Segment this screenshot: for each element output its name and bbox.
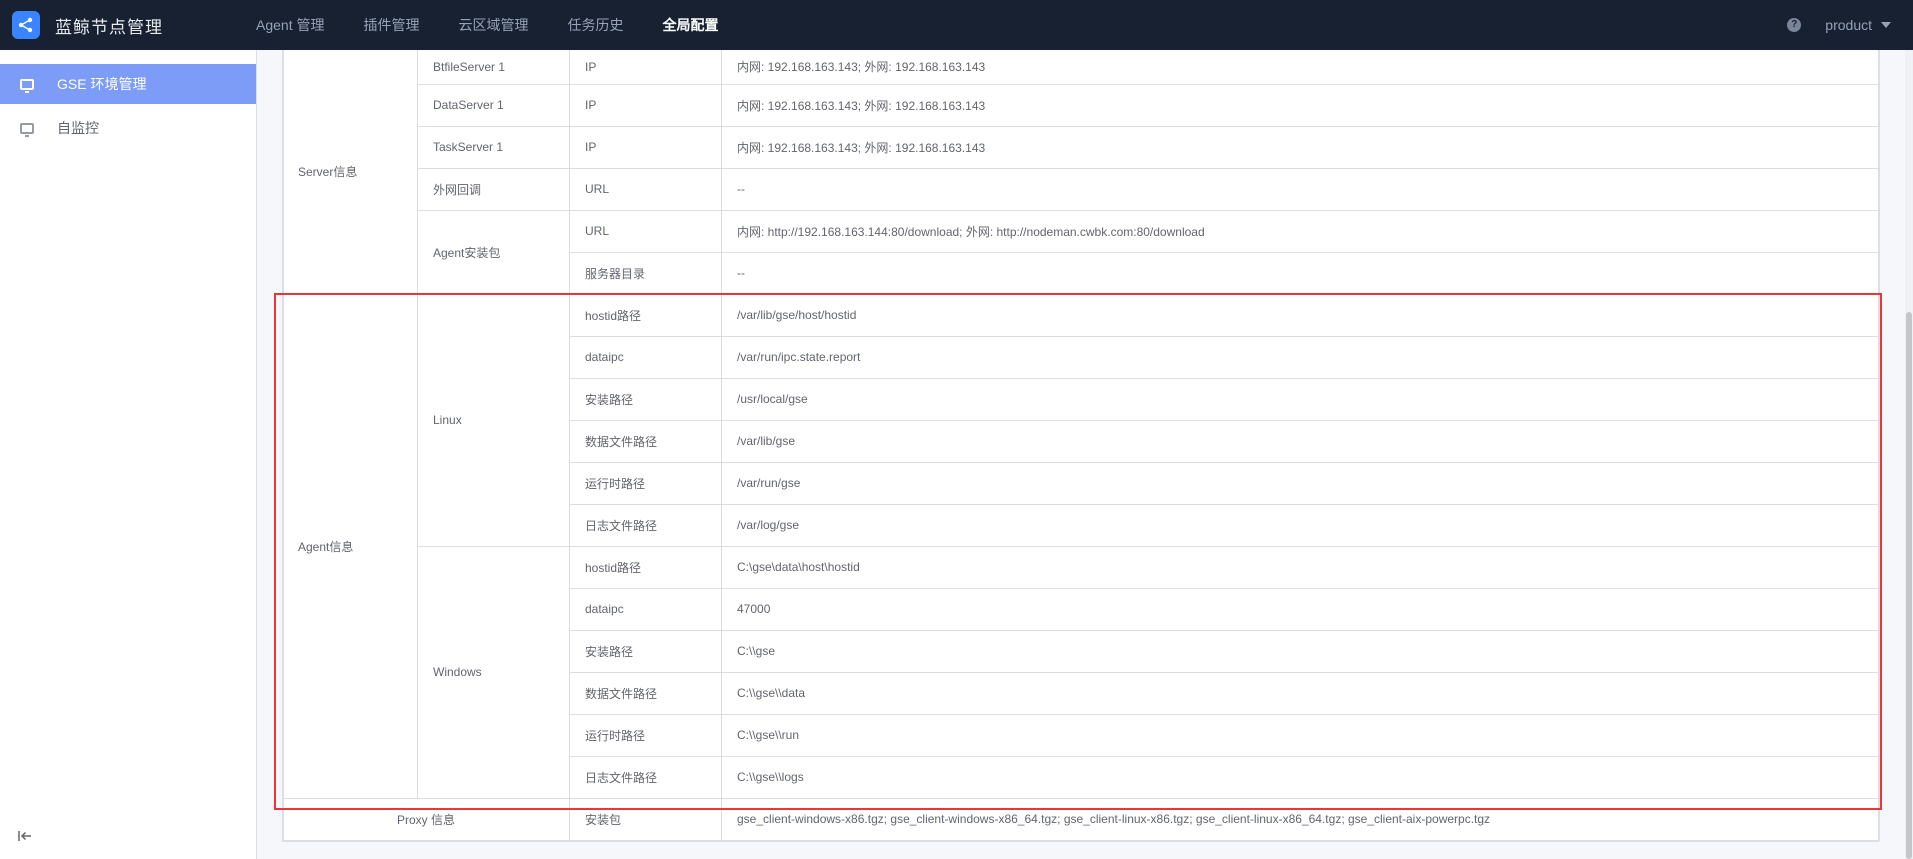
top-nav-bar: 蓝鲸节点管理 Agent 管理 插件管理 云区域管理 任务历史 全局配置 ? p…: [0, 0, 1913, 50]
sidebar-item-label: GSE 环境管理: [57, 76, 147, 92]
row-key: 日志文件路径: [569, 503, 722, 547]
monitor-icon: [20, 122, 34, 137]
row-value: /var/log/gse: [721, 503, 1880, 547]
row-key: 安装路径: [569, 629, 722, 673]
row-value: 内网: 192.168.163.143; 外网: 192.168.163.143: [721, 125, 1880, 169]
app-logo[interactable]: 蓝鲸节点管理: [0, 11, 232, 39]
row-value: /var/lib/gse: [721, 419, 1880, 463]
row-key: 运行时路径: [569, 713, 722, 757]
row-value: /var/lib/gse/host/hostid: [721, 293, 1880, 337]
chevron-down-icon: [1881, 22, 1891, 28]
row-key: IP: [569, 83, 722, 127]
row-value: gse_client-windows-x86.tgz; gse_client-w…: [721, 797, 1880, 841]
table-row: Agent信息 Linux hostid路径 /var/lib/gse/host…: [283, 293, 1880, 799]
row-name: BtfileServer 1: [417, 50, 570, 85]
row-key: hostid路径: [569, 545, 722, 589]
table-row: DataServer 1 IP 内网: 192.168.163.143; 外网:…: [284, 83, 1880, 127]
row-key: IP: [569, 50, 722, 85]
table-row: Agent安装包 URL 内网: http://192.168.163.144:…: [284, 209, 1880, 295]
nav-task-history[interactable]: 任务历史: [567, 0, 623, 50]
username: product: [1825, 17, 1872, 33]
table-row: Windows hostid路径 C:\gse\data\host\hostid: [284, 545, 1880, 799]
app-title: 蓝鲸节点管理: [55, 17, 163, 37]
nav-plugin-management[interactable]: 插件管理: [363, 0, 419, 50]
node-manager-logo-icon: [12, 11, 40, 39]
row-value: C:\\gse: [721, 629, 1880, 673]
table-row: Server信息 BtfileServer 1 IP 内网: 192.168.1…: [283, 50, 1880, 295]
row-key: dataipc: [569, 335, 722, 379]
section-label-proxy: Proxy 信息: [283, 797, 570, 841]
row-key: URL: [569, 209, 722, 253]
row-key: 服务器目录: [569, 251, 722, 295]
sidebar-item-gse-env[interactable]: GSE 环境管理: [0, 64, 256, 104]
collapse-icon[interactable]: [18, 829, 32, 847]
row-name: 外网回调: [417, 167, 570, 211]
row-key: IP: [569, 125, 722, 169]
row-value: /var/run/ipc.state.report: [721, 335, 1880, 379]
scrollbar[interactable]: [1905, 50, 1913, 859]
nav-cloud-area-management[interactable]: 云区域管理: [458, 0, 528, 50]
row-value: --: [721, 167, 1880, 211]
row-value: 内网: 192.168.163.143; 外网: 192.168.163.143: [721, 50, 1880, 85]
gse-config-table: Server信息 BtfileServer 1 IP 内网: 192.168.1…: [282, 50, 1880, 842]
row-name: DataServer 1: [417, 83, 570, 127]
row-value: C:\gse\data\host\hostid: [721, 545, 1880, 589]
os-label-linux: Linux: [417, 293, 570, 547]
row-key: 安装路径: [569, 377, 722, 421]
sidebar-item-label: 自监控: [57, 120, 99, 136]
section-label-agent: Agent信息: [283, 293, 418, 799]
row-name: TaskServer 1: [417, 125, 570, 169]
main-content: Server信息 BtfileServer 1 IP 内网: 192.168.1…: [258, 50, 1913, 859]
row-key: dataipc: [569, 587, 722, 631]
sidebar-item-self-monitor[interactable]: 自监控: [0, 108, 256, 148]
row-value: 内网: 192.168.163.143; 外网: 192.168.163.143: [721, 83, 1880, 127]
row-key: 数据文件路径: [569, 419, 722, 463]
row-value: --: [721, 251, 1880, 295]
user-menu[interactable]: product: [1825, 17, 1891, 33]
row-key: 日志文件路径: [569, 755, 722, 799]
section-label-server: Server信息: [283, 50, 418, 295]
row-value: /var/run/gse: [721, 461, 1880, 505]
row-value: /usr/local/gse: [721, 377, 1880, 421]
row-value: C:\\gse\\logs: [721, 755, 1880, 799]
nav-agent-management[interactable]: Agent 管理: [256, 0, 324, 50]
table-row: Proxy 信息 安装包 gse_client-windows-x86.tgz;…: [283, 797, 1880, 841]
row-value: C:\\gse\\run: [721, 713, 1880, 757]
row-value: 47000: [721, 587, 1880, 631]
sidebar: GSE 环境管理 自监控: [0, 50, 257, 859]
row-key: URL: [569, 167, 722, 211]
row-value: 内网: http://192.168.163.144:80/download; …: [721, 209, 1880, 253]
header-right: ? product: [1787, 0, 1891, 50]
os-label-windows: Windows: [417, 545, 570, 799]
row-key: 安装包: [569, 797, 722, 841]
help-icon[interactable]: ?: [1787, 18, 1802, 32]
row-value: C:\\gse\\data: [721, 671, 1880, 715]
row-name: Agent安装包: [417, 209, 570, 295]
nav-global-config[interactable]: 全局配置: [662, 0, 718, 50]
table-row: TaskServer 1 IP 内网: 192.168.163.143; 外网:…: [284, 125, 1880, 169]
monitor-icon: [20, 78, 34, 93]
row-key: 数据文件路径: [569, 671, 722, 715]
main-nav: Agent 管理 插件管理 云区域管理 任务历史 全局配置: [256, 0, 757, 50]
row-key: 运行时路径: [569, 461, 722, 505]
row-key: hostid路径: [569, 293, 722, 337]
scrollbar-thumb[interactable]: [1906, 312, 1912, 859]
table-row: 外网回调 URL --: [284, 167, 1880, 211]
